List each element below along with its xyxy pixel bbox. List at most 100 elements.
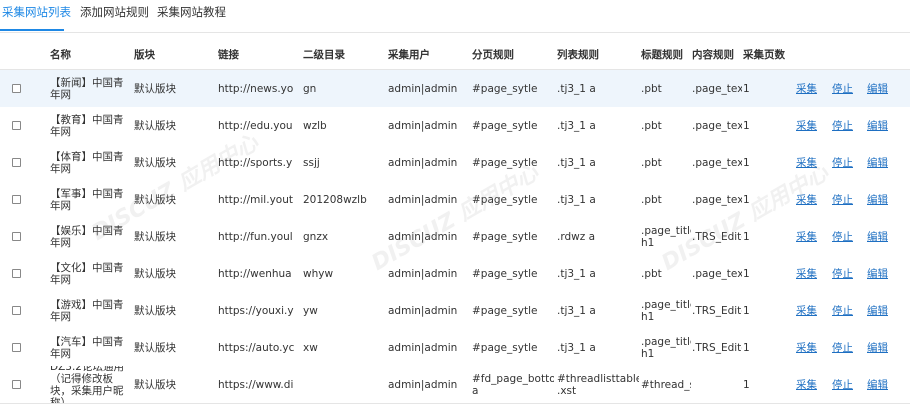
cell-paging: #page_sytle — [472, 267, 538, 280]
table-row: 【汽车】中国青年网 默认版块 https://auto.yc xw admin|admi… — [0, 329, 910, 367]
row-checkbox[interactable] — [12, 343, 21, 352]
cell-link: https://youxi.y — [218, 304, 294, 317]
row-checkbox[interactable] — [12, 232, 21, 241]
tab-add-rule[interactable]: 添加网站规则 — [80, 4, 149, 20]
cell-subdir: gn — [303, 82, 317, 95]
table-row: 【娱乐】中国青年网 默认版块 http://fun.youl gnzx admin|ad… — [0, 218, 910, 256]
col-content: 内容规则 — [692, 49, 734, 61]
cell-name: 【娱乐】中国青年网 — [50, 224, 124, 249]
edit-link[interactable]: 编辑 — [867, 255, 888, 292]
edit-link[interactable]: 编辑 — [867, 144, 888, 181]
edit-link[interactable]: 编辑 — [867, 70, 888, 107]
cell-list: .tj3_1 a — [557, 341, 596, 354]
cell-paging: #page_sytle — [472, 156, 538, 169]
collect-link[interactable]: 采集 — [796, 329, 817, 366]
row-checkbox[interactable] — [12, 158, 21, 167]
edit-link[interactable]: 编辑 — [867, 107, 888, 144]
cell-paging: #page_sytle — [472, 82, 538, 95]
cell-list: .tj3_1 a — [557, 304, 596, 317]
cell-list: .rdwz a — [557, 230, 596, 243]
cell-name: 【军事】中国青年网 — [50, 187, 124, 212]
cell-content — [692, 366, 742, 403]
cell-paging: #page_sytle — [472, 230, 538, 243]
cell-user: admin|admin — [388, 156, 458, 169]
table-header: 名称 版块 链接 二级目录 采集用户 分页规则 列表规则 标题规则 内容规则 采… — [0, 42, 910, 70]
cell-name: DZ3.2论坛通用（记得修改板块，采集用户昵称） — [50, 366, 124, 403]
table-row: 【新闻】中国青年网 默认版块 http://news.yo gn admin|admin… — [0, 70, 910, 108]
cell-subdir: whyw — [303, 267, 334, 280]
tab-tutorial[interactable]: 采集网站教程 — [157, 4, 226, 20]
cell-content: .page_text — [692, 119, 742, 132]
col-title: 标题规则 — [641, 49, 683, 61]
row-checkbox[interactable] — [12, 84, 21, 93]
stop-link[interactable]: 停止 — [832, 144, 853, 181]
cell-pages: 1 — [743, 82, 750, 95]
col-link: 链接 — [218, 49, 239, 61]
stop-link[interactable]: 停止 — [832, 107, 853, 144]
cell-content: .page_text — [692, 156, 742, 169]
cell-block: 默认版块 — [134, 267, 176, 280]
row-checkbox[interactable] — [12, 195, 21, 204]
col-paging: 分页规则 — [472, 49, 514, 61]
cell-pages: 1 — [743, 230, 750, 243]
edit-link[interactable]: 编辑 — [867, 292, 888, 329]
edit-link[interactable]: 编辑 — [867, 366, 888, 403]
row-checkbox[interactable] — [12, 121, 21, 130]
cell-name: 【体育】中国青年网 — [50, 150, 124, 175]
cell-block: 默认版块 — [134, 230, 176, 243]
edit-link[interactable]: 编辑 — [867, 329, 888, 366]
collect-link[interactable]: 采集 — [796, 218, 817, 255]
collect-link[interactable]: 采集 — [796, 144, 817, 181]
tab-site-list[interactable]: 采集网站列表 — [2, 4, 71, 20]
collect-link[interactable]: 采集 — [796, 107, 817, 144]
cell-content: .page_text — [692, 193, 742, 206]
stop-link[interactable]: 停止 — [832, 218, 853, 255]
cell-content: .TRS_Editor — [692, 341, 742, 354]
cell-block: 默认版块 — [134, 156, 176, 169]
cell-paging: #page_sytle — [472, 193, 538, 206]
cell-pages: 1 — [743, 267, 750, 280]
cell-list: .tj3_1 a — [557, 193, 596, 206]
stop-link[interactable]: 停止 — [832, 255, 853, 292]
cell-name: 【汽车】中国青年网 — [50, 335, 124, 360]
cell-user: admin|admin — [388, 119, 458, 132]
cell-title: #thread_subject — [641, 378, 691, 391]
cell-title: .page_title h1 — [641, 224, 691, 249]
stop-link[interactable]: 停止 — [832, 366, 853, 403]
cell-title: .page_title h1 — [641, 298, 691, 323]
row-checkbox[interactable] — [12, 380, 21, 389]
collect-link[interactable]: 采集 — [796, 70, 817, 107]
cell-subdir: wzlb — [303, 119, 327, 132]
stop-link[interactable]: 停止 — [832, 329, 853, 366]
cell-name: 【游戏】中国青年网 — [50, 298, 124, 323]
cell-link: http://fun.youl — [218, 230, 293, 243]
col-subdir: 二级目录 — [303, 49, 345, 61]
row-checkbox[interactable] — [12, 306, 21, 315]
stop-link[interactable]: 停止 — [832, 292, 853, 329]
row-checkbox[interactable] — [12, 269, 21, 278]
cell-user: admin|admin — [388, 193, 458, 206]
collect-link[interactable]: 采集 — [796, 366, 817, 403]
collect-link[interactable]: 采集 — [796, 292, 817, 329]
collect-link[interactable]: 采集 — [796, 255, 817, 292]
cell-subdir: yw — [303, 304, 318, 317]
table-row: 【军事】中国青年网 默认版块 http://mil.yout 201208wzlb ad… — [0, 181, 910, 219]
stop-link[interactable]: 停止 — [832, 70, 853, 107]
cell-link: http://news.yo — [218, 82, 294, 95]
cell-paging: #fd_page_bottom a — [472, 372, 554, 397]
cell-paging: #page_sytle — [472, 341, 538, 354]
edit-link[interactable]: 编辑 — [867, 181, 888, 218]
col-block: 版块 — [134, 49, 155, 61]
collect-link[interactable]: 采集 — [796, 181, 817, 218]
cell-title: .pbt — [641, 156, 662, 169]
cell-subdir: 201208wzlb — [303, 193, 367, 206]
cell-link: https://www.di — [218, 378, 294, 391]
cell-list: .tj3_1 a — [557, 267, 596, 280]
cell-title: .pbt — [641, 193, 662, 206]
stop-link[interactable]: 停止 — [832, 181, 853, 218]
cell-block: 默认版块 — [134, 304, 176, 317]
table-row: 【游戏】中国青年网 默认版块 https://youxi.y yw admin|admi… — [0, 292, 910, 330]
cell-pages: 1 — [743, 156, 750, 169]
edit-link[interactable]: 编辑 — [867, 218, 888, 255]
cell-block: 默认版块 — [134, 82, 176, 95]
